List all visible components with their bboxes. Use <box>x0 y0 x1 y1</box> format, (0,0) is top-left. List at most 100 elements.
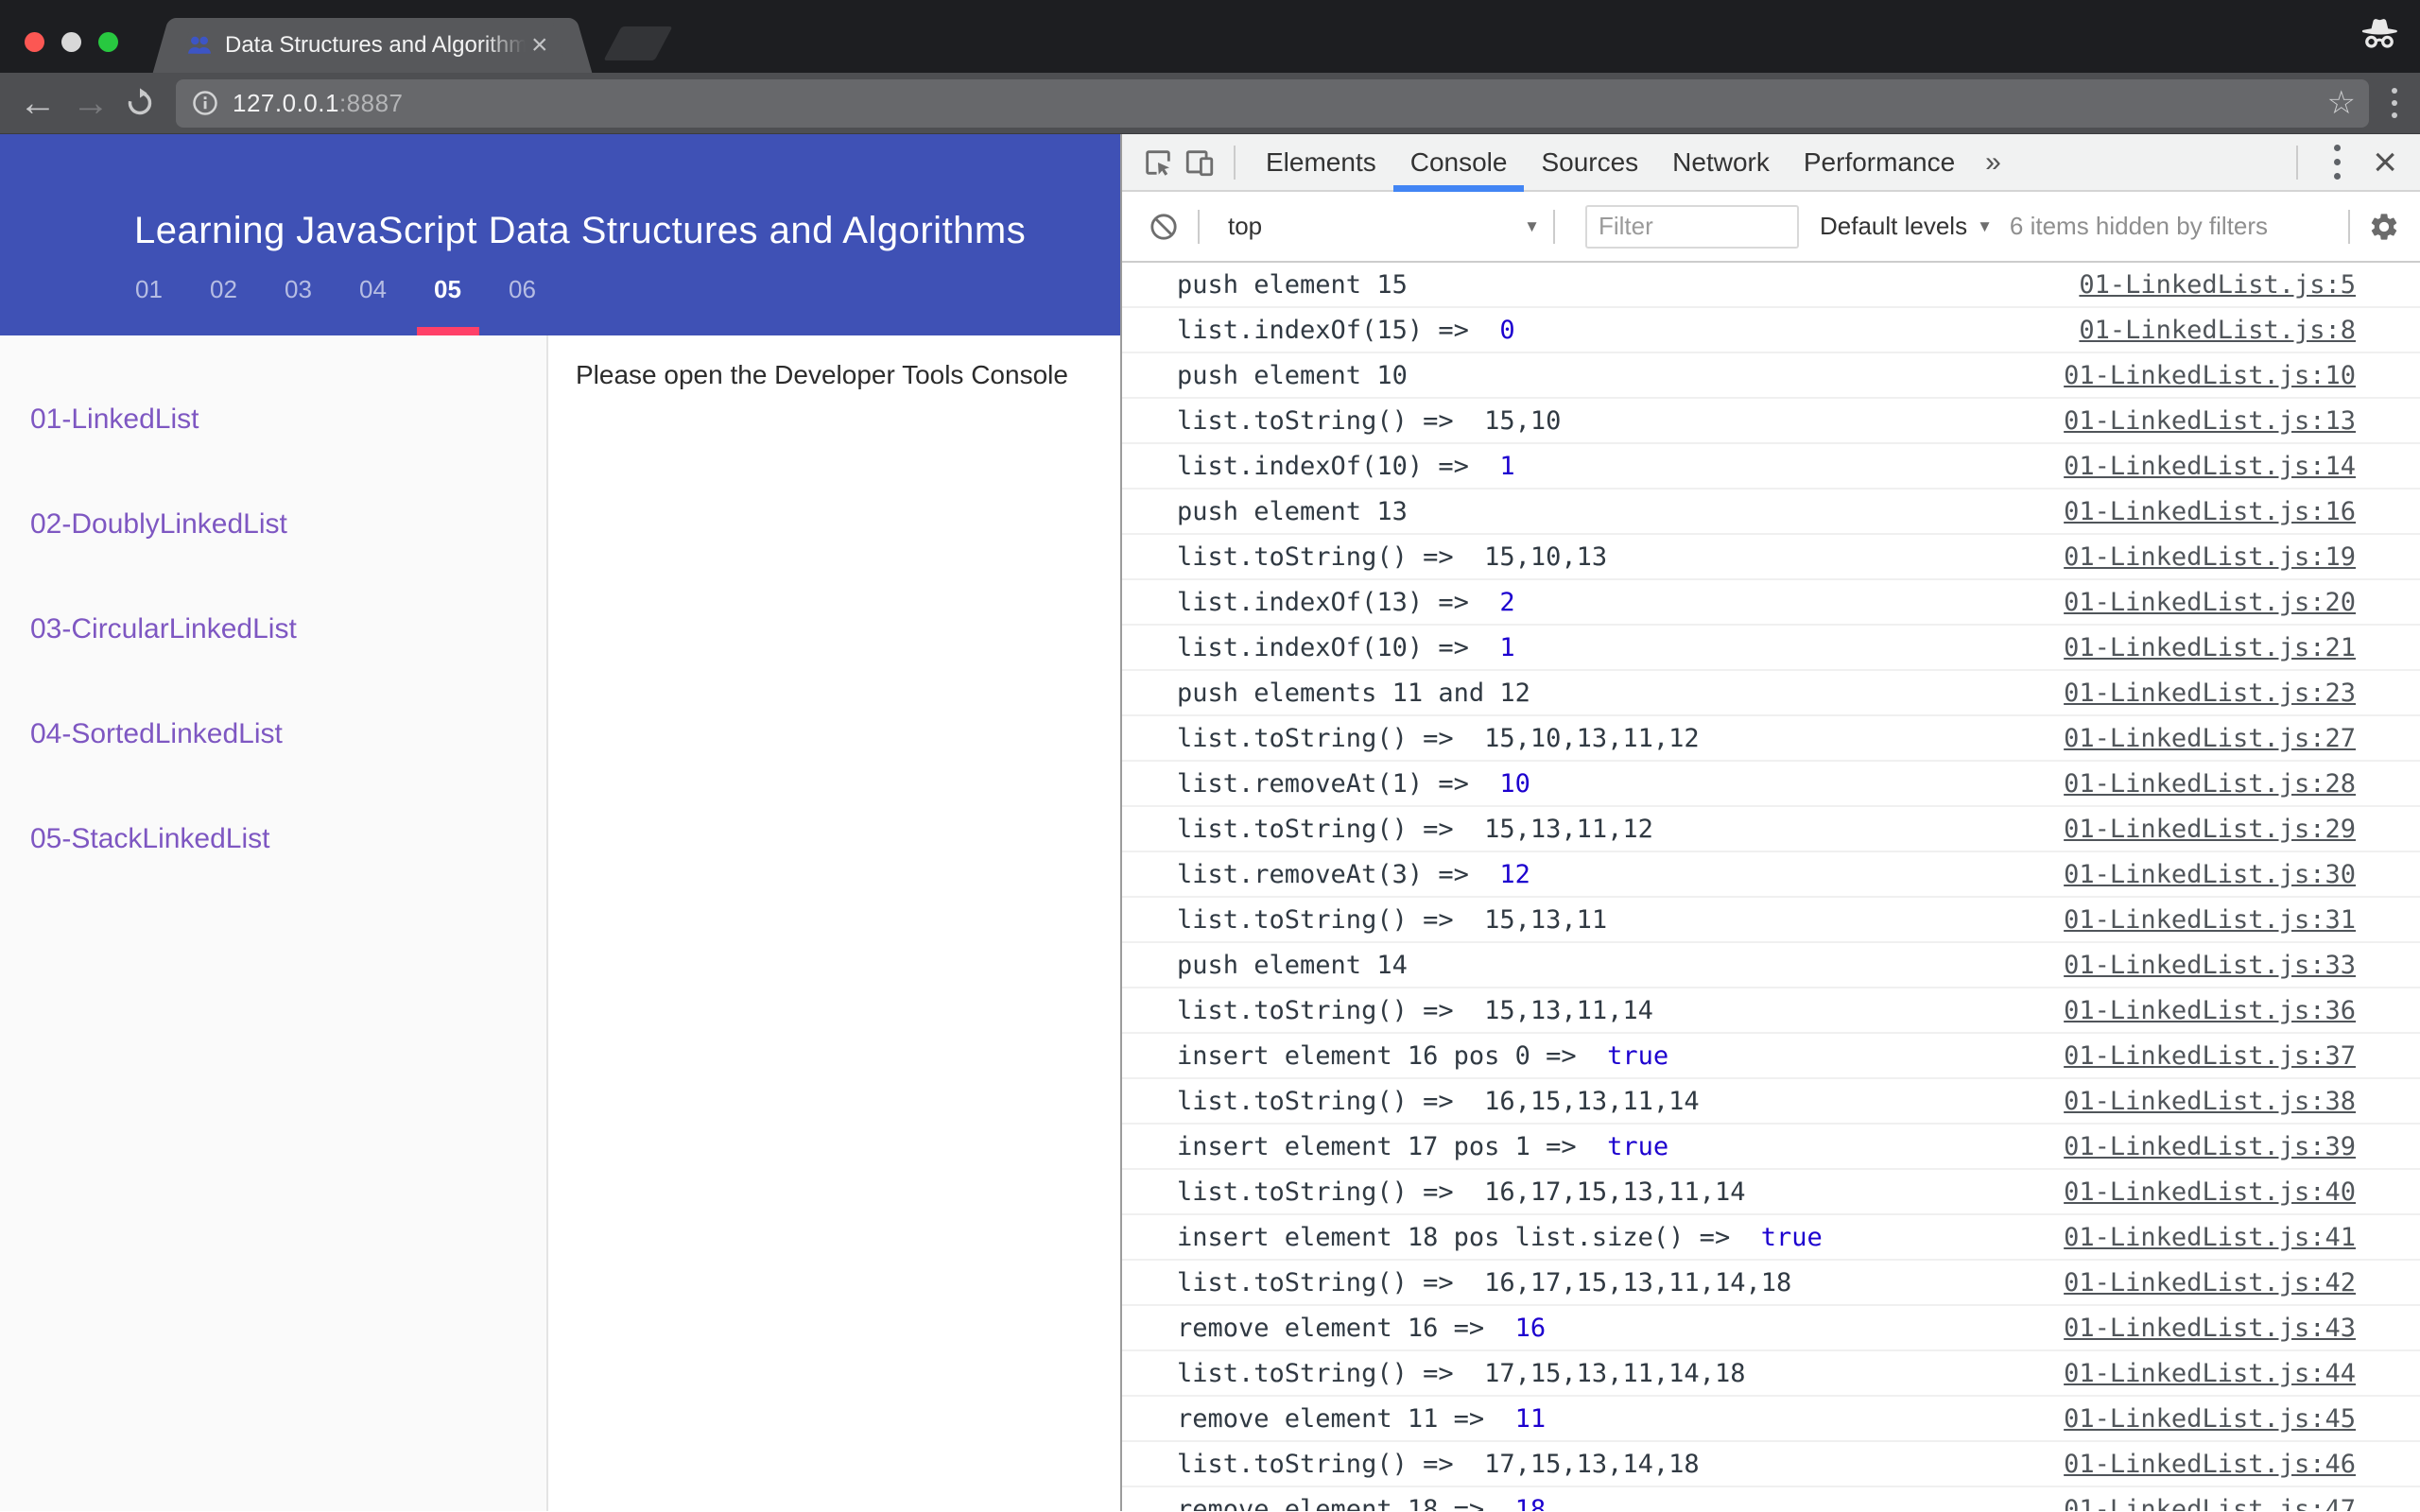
console-source-link[interactable]: 01-LinkedList.js:13 <box>2064 406 2356 436</box>
console-source-link[interactable]: 01-LinkedList.js:21 <box>2064 633 2356 662</box>
nav-tab-label: 04 <box>359 275 387 304</box>
sidebar-link[interactable]: 01-LinkedList <box>30 404 199 436</box>
console-source-link[interactable]: 01-LinkedList.js:8 <box>2079 316 2356 345</box>
url-host: 127.0.0.1 <box>233 89 339 118</box>
log-levels-dropdown[interactable]: Default levels ▼ <box>1820 212 1993 241</box>
console-message-value: 15,10,13 <box>1484 542 1607 572</box>
console-message-text: list.toString() => <box>1177 1359 1454 1388</box>
divider <box>2296 146 2298 180</box>
console-log-row: list.toString() => 17,15,13,14,18 01-Lin… <box>1122 1442 2420 1487</box>
browser-menu-button[interactable] <box>2386 82 2403 124</box>
console-source-link[interactable]: 01-LinkedList.js:16 <box>2064 497 2356 526</box>
console-source-link[interactable]: 01-LinkedList.js:44 <box>2064 1359 2356 1388</box>
console-filter-input[interactable] <box>1585 205 1799 249</box>
header-nav-tab[interactable]: 05 <box>410 243 485 335</box>
window-minimize-button[interactable] <box>61 32 81 52</box>
console-source-link[interactable]: 01-LinkedList.js:23 <box>2064 679 2356 708</box>
console-message-text: remove element 18 => <box>1177 1495 1484 1512</box>
console-message-text: list.toString() => <box>1177 996 1454 1025</box>
header-nav-tab[interactable]: 01 <box>112 243 186 335</box>
console-message-text: list.toString() => <box>1177 815 1454 844</box>
inspect-element-button[interactable] <box>1137 142 1179 183</box>
header-nav-tab[interactable]: 04 <box>336 243 410 335</box>
devtools-tab[interactable]: Performance <box>1787 134 1972 190</box>
console-source-link[interactable]: 01-LinkedList.js:33 <box>2064 951 2356 980</box>
site-info-icon[interactable] <box>191 89 219 117</box>
clear-console-button[interactable] <box>1143 206 1184 248</box>
devtools-tab-bar: Elements Console Sources Network Perform… <box>1122 134 2420 192</box>
console-source-link[interactable]: 01-LinkedList.js:5 <box>2079 270 2356 300</box>
console-message-value: 17,15,13,14,18 <box>1484 1450 1700 1479</box>
console-source-link[interactable]: 01-LinkedList.js:31 <box>2064 905 2356 935</box>
forward-button[interactable]: → <box>70 82 112 124</box>
devtools-tab[interactable]: Sources <box>1524 134 1655 190</box>
sidebar-link[interactable]: 05-StackLinkedList <box>30 823 269 855</box>
devtools-tab-label: Console <box>1410 147 1508 178</box>
more-tabs-icon[interactable]: » <box>1972 146 2014 179</box>
sidebar-link[interactable]: 03-CircularLinkedList <box>30 613 297 645</box>
console-source-link[interactable]: 01-LinkedList.js:36 <box>2064 996 2356 1025</box>
console-source-link[interactable]: 01-LinkedList.js:47 <box>2064 1495 2356 1512</box>
console-source-link[interactable]: 01-LinkedList.js:14 <box>2064 452 2356 481</box>
console-message-value: 15,13,11 <box>1484 905 1607 935</box>
sidebar-link[interactable]: 02-DoublyLinkedList <box>30 508 287 541</box>
devtools-tab[interactable]: Network <box>1655 134 1787 190</box>
window-close-button[interactable] <box>25 32 44 52</box>
new-tab-button[interactable] <box>603 26 672 60</box>
gear-icon <box>2368 211 2400 243</box>
reload-icon <box>123 86 157 120</box>
header-nav-tab[interactable]: 02 <box>186 243 261 335</box>
execution-context-selector[interactable]: top ▼ <box>1228 212 1540 241</box>
console-source-link[interactable]: 01-LinkedList.js:10 <box>2064 361 2356 390</box>
bookmark-star-icon[interactable]: ☆ <box>2327 87 2356 119</box>
console-source-link[interactable]: 01-LinkedList.js:19 <box>2064 542 2356 572</box>
sidebar-link[interactable]: 04-SortedLinkedList <box>30 718 283 750</box>
console-source-link[interactable]: 01-LinkedList.js:20 <box>2064 588 2356 617</box>
console-source-link[interactable]: 01-LinkedList.js:46 <box>2064 1450 2356 1479</box>
console-log-row: list.toString() => 17,15,13,11,14,18 01-… <box>1122 1351 2420 1397</box>
console-source-link[interactable]: 01-LinkedList.js:39 <box>2064 1132 2356 1161</box>
devtools-tab[interactable]: Elements <box>1249 134 1393 190</box>
console-message-value: 15,10 <box>1484 406 1561 436</box>
back-button[interactable]: ← <box>17 82 59 124</box>
console-message-value: 10 <box>1499 769 1530 799</box>
device-toolbar-button[interactable] <box>1179 142 1220 183</box>
console-source-link[interactable]: 01-LinkedList.js:27 <box>2064 724 2356 753</box>
console-log-row: list.toString() => 15,13,11,14 01-Linked… <box>1122 988 2420 1034</box>
console-log-row: remove element 18 => 18 01-LinkedList.js… <box>1122 1487 2420 1511</box>
console-source-link[interactable]: 01-LinkedList.js:40 <box>2064 1177 2356 1207</box>
console-message-text: push elements 11 and 12 <box>1177 679 1530 708</box>
devtools-close-button[interactable]: × <box>2363 142 2407 183</box>
console-message-value: 1 <box>1499 452 1514 481</box>
header-nav-tab[interactable]: 06 <box>485 243 560 335</box>
reload-button[interactable] <box>119 82 161 124</box>
console-source-link[interactable]: 01-LinkedList.js:29 <box>2064 815 2356 844</box>
content-message: Please open the Developer Tools Console <box>576 360 1068 389</box>
console-source-link[interactable]: 01-LinkedList.js:41 <box>2064 1223 2356 1252</box>
divider <box>1198 210 1200 244</box>
console-settings-button[interactable] <box>2363 206 2405 248</box>
nav-tab-label: 01 <box>135 275 163 304</box>
console-log-row: push element 13 01-LinkedList.js:16 <box>1122 490 2420 535</box>
console-source-link[interactable]: 01-LinkedList.js:30 <box>2064 860 2356 889</box>
console-source-link[interactable]: 01-LinkedList.js:45 <box>2064 1404 2356 1434</box>
devtools-tab[interactable]: Console <box>1393 134 1525 190</box>
console-source-link[interactable]: 01-LinkedList.js:42 <box>2064 1268 2356 1297</box>
console-messages: push element 15 01-LinkedList.js:5 list.… <box>1122 263 2420 1511</box>
console-message-text: remove element 16 => <box>1177 1314 1484 1343</box>
console-log-row: list.indexOf(13) => 2 01-LinkedList.js:2… <box>1122 580 2420 626</box>
sidebar-list: 01-LinkedList 02-DoublyLinkedList 03-Cir… <box>0 335 546 891</box>
address-bar[interactable]: 127.0.0.1:8887 ☆ <box>176 79 2369 128</box>
log-levels-label: Default levels <box>1820 212 1967 241</box>
tab-close-icon[interactable]: × <box>531 31 548 60</box>
console-source-link[interactable]: 01-LinkedList.js:37 <box>2064 1041 2356 1071</box>
console-log-row: insert element 16 pos 0 => true 01-Linke… <box>1122 1034 2420 1079</box>
header-nav-tab[interactable]: 03 <box>261 243 336 335</box>
console-source-link[interactable]: 01-LinkedList.js:43 <box>2064 1314 2356 1343</box>
header-nav: 01 02 03 04 05 06 <box>112 243 560 335</box>
window-zoom-button[interactable] <box>98 32 118 52</box>
console-source-link[interactable]: 01-LinkedList.js:38 <box>2064 1087 2356 1116</box>
browser-tab[interactable]: Data Structures and Algorithms × <box>172 18 573 73</box>
devtools-menu-button[interactable] <box>2326 137 2348 187</box>
console-source-link[interactable]: 01-LinkedList.js:28 <box>2064 769 2356 799</box>
